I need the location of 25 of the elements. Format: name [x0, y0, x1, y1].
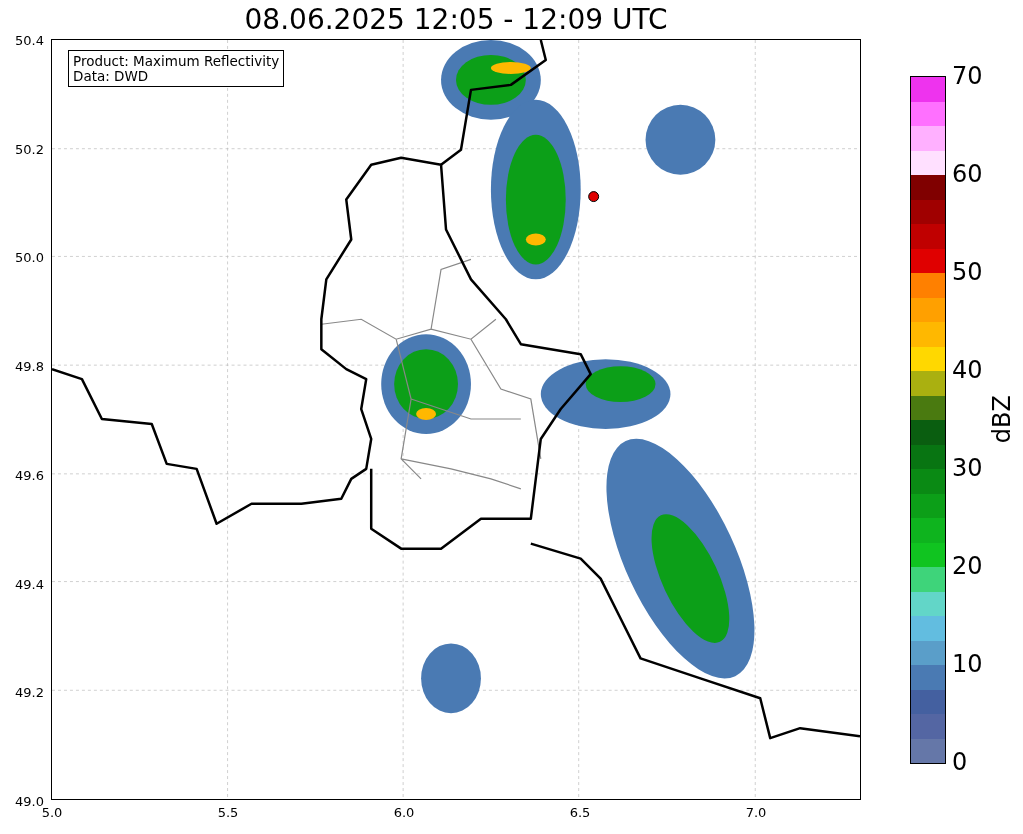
x-tick-label: 6.0: [393, 804, 415, 820]
y-tick-label: 49.6: [15, 467, 44, 483]
colorbar-tick-label: 60: [952, 161, 983, 187]
product-label: Product: Maximum Reflectivity: [73, 54, 280, 69]
data-source-label: Data: DWD: [73, 69, 150, 84]
y-tick-label: 49.8: [15, 358, 44, 374]
y-tick-label: 50.2: [15, 141, 44, 157]
y-tick-label: 49.4: [15, 576, 44, 592]
x-tick-label: 7.0: [745, 804, 767, 820]
x-tick-label: 6.5: [569, 804, 591, 820]
colorbar-tick-label: 30: [952, 455, 983, 481]
y-tick-label: 49.0: [15, 793, 44, 809]
y-tick-label: 49.2: [15, 684, 44, 700]
colorbar-label: dBZ: [988, 394, 1016, 444]
x-tick-label: 5.5: [217, 804, 239, 820]
y-tick-label: 50.0: [15, 249, 44, 265]
y-tick-label: 50.4: [15, 32, 44, 48]
colorbar-tick-label: 70: [952, 63, 983, 89]
colorbar-tick-label: 0: [952, 749, 968, 775]
colorbar-tick-label: 20: [952, 553, 983, 579]
x-tick-label: 5.0: [41, 805, 63, 820]
colorbar-tick-label: 50: [952, 259, 983, 285]
chart-title: 08.06.2025 12:05 - 12:09 UTC: [244, 3, 668, 36]
colorbar-tick-label: 10: [952, 651, 983, 677]
colorbar-tick-label: 40: [952, 357, 983, 383]
